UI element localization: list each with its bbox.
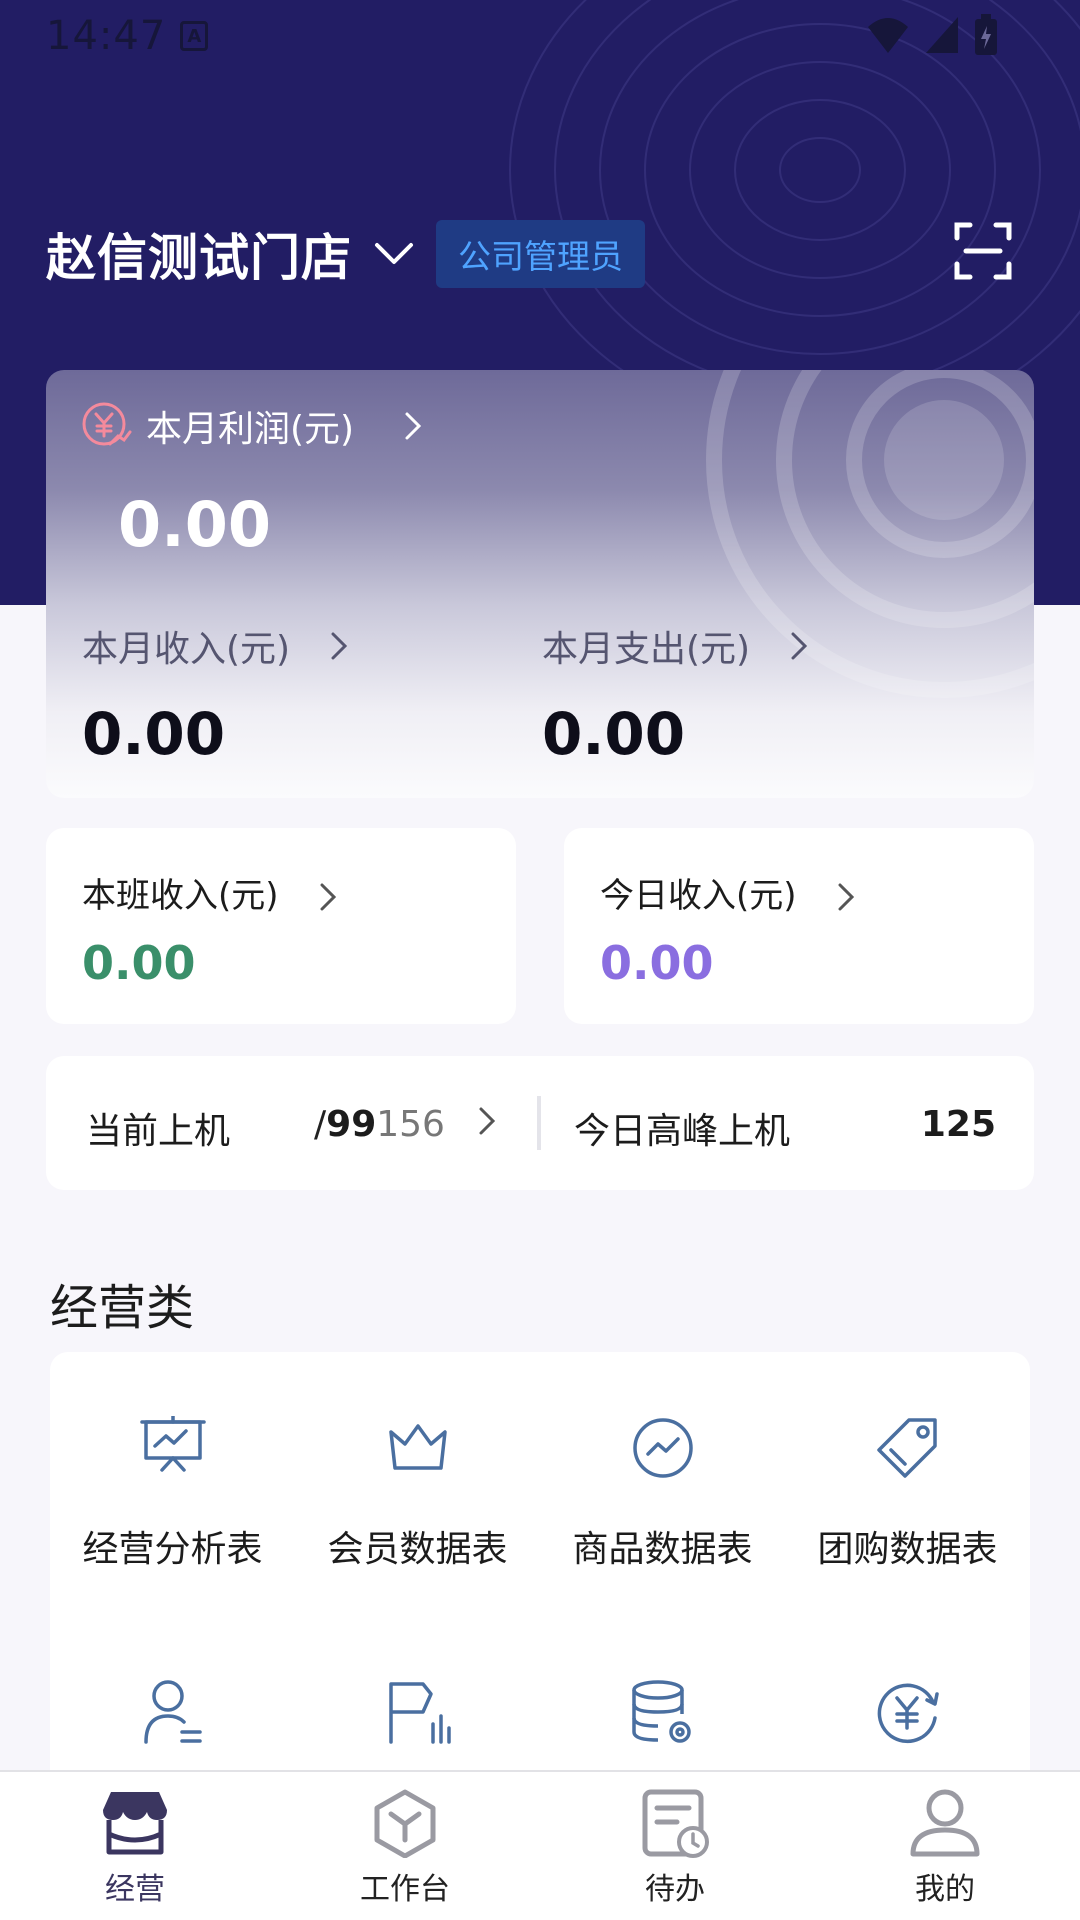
monthly-income[interactable]: 本月收入(元) 0.00: [82, 620, 348, 768]
current-online-label: 当前上机: [86, 1111, 231, 1152]
scan-icon[interactable]: [954, 222, 1012, 280]
signal-icon: [926, 17, 958, 53]
section-title: 经营类: [50, 1280, 195, 1336]
today-income-value: 0.00: [600, 936, 714, 990]
profit-header[interactable]: 本月利润(元): [80, 400, 422, 452]
finance-item[interactable]: [785, 1678, 1030, 1772]
chevron-right-icon[interactable]: [404, 411, 422, 441]
tag-icon: [876, 1418, 937, 1478]
chevron-right-icon[interactable]: [319, 882, 337, 912]
expense-label: 本月支出(元): [542, 629, 751, 670]
profit-yuan-icon: [82, 402, 132, 446]
role-badge: 公司管理员: [436, 220, 645, 288]
peak-online-value: 125: [920, 1104, 996, 1145]
nav-todo[interactable]: 待办: [540, 1788, 810, 1908]
database-gear-icon: [631, 1680, 691, 1743]
user-list-icon: [143, 1680, 202, 1744]
crown-icon: [388, 1424, 447, 1470]
battery-icon: [975, 14, 997, 55]
todo-clock-icon: [642, 1789, 709, 1858]
flag-bars-icon: [388, 1682, 451, 1744]
shift-income-label: 本班收入(元): [82, 876, 279, 916]
online-machines-card: 当前上机 /99156 今日高峰上机 125: [46, 1056, 1034, 1190]
status-bar: 14:47 A: [0, 0, 1080, 72]
presentation-chart-icon: [139, 1416, 206, 1472]
business-analysis-item[interactable]: 经营分析表: [50, 1416, 295, 1572]
chevron-right-icon[interactable]: [478, 1106, 496, 1136]
store-icon: [103, 1792, 167, 1855]
cube-icon: [374, 1789, 436, 1858]
profit-label: 本月利润(元): [146, 409, 355, 450]
profit-value: 0.00: [118, 488, 271, 561]
divider: [537, 1096, 541, 1150]
staff-item[interactable]: [50, 1678, 295, 1772]
wifi-icon: [868, 18, 908, 53]
product-data-item[interactable]: 商品数据表: [540, 1416, 785, 1572]
chevron-right-icon[interactable]: [330, 631, 348, 661]
monthly-profit-card: 本月利润(元) 0.00 本月收入(元) 0.00 本月支出(元) 0.00: [46, 370, 1034, 798]
nav-label: 工作台: [360, 1872, 450, 1907]
count-separator: /: [314, 1104, 327, 1145]
chevron-down-icon[interactable]: [374, 241, 414, 267]
notification-a-icon: A: [180, 21, 209, 51]
nav-business[interactable]: 经营: [0, 1788, 270, 1908]
monthly-expense[interactable]: 本月支出(元) 0.00: [542, 620, 808, 768]
person-icon: [910, 1789, 980, 1857]
activity-item[interactable]: [295, 1678, 540, 1772]
income-value: 0.00: [82, 700, 226, 768]
nav-label: 经营: [105, 1872, 165, 1907]
database-item[interactable]: [540, 1678, 785, 1772]
chevron-right-icon[interactable]: [790, 631, 808, 661]
nav-label: 待办: [645, 1872, 705, 1907]
nav-workbench[interactable]: 工作台: [270, 1788, 540, 1908]
grid-item-label: 会员数据表: [327, 1529, 508, 1570]
grid-item-label: 团购数据表: [817, 1529, 998, 1570]
report-grid: 经营分析表 会员数据表 商品数据表 团购数据表: [50, 1352, 1030, 1772]
grid-item-label: 经营分析表: [82, 1529, 263, 1570]
nav-mine[interactable]: 我的: [810, 1788, 1080, 1908]
status-time: 14:47: [46, 13, 167, 59]
yuan-refresh-icon: [877, 1683, 939, 1744]
grid-item-label: 商品数据表: [572, 1529, 753, 1570]
status-icons: [866, 14, 998, 56]
chevron-right-icon[interactable]: [837, 882, 855, 912]
current-online-count[interactable]: /99156: [314, 1104, 445, 1145]
peak-online-label: 今日高峰上机: [574, 1111, 791, 1152]
current-online-value: 99: [326, 1104, 377, 1145]
income-label: 本月收入(元): [82, 629, 291, 670]
member-data-item[interactable]: 会员数据表: [295, 1416, 540, 1572]
store-name[interactable]: 赵信测试门店: [46, 218, 352, 290]
nav-label: 我的: [915, 1872, 975, 1907]
expense-value: 0.00: [542, 700, 686, 768]
trend-circle-icon: [632, 1418, 693, 1478]
shift-income-value: 0.00: [82, 936, 196, 990]
store-selector[interactable]: 赵信测试门店 公司管理员: [46, 218, 645, 290]
shift-income-card[interactable]: 本班收入(元) 0.00: [46, 828, 516, 1024]
group-buy-data-item[interactable]: 团购数据表: [785, 1416, 1030, 1572]
today-income-label: 今日收入(元): [600, 876, 797, 916]
total-machines-value: 156: [376, 1104, 445, 1145]
today-income-card[interactable]: 今日收入(元) 0.00: [564, 828, 1034, 1024]
bottom-navigation: 经营 工作台 待办 我的: [0, 1770, 1080, 1920]
